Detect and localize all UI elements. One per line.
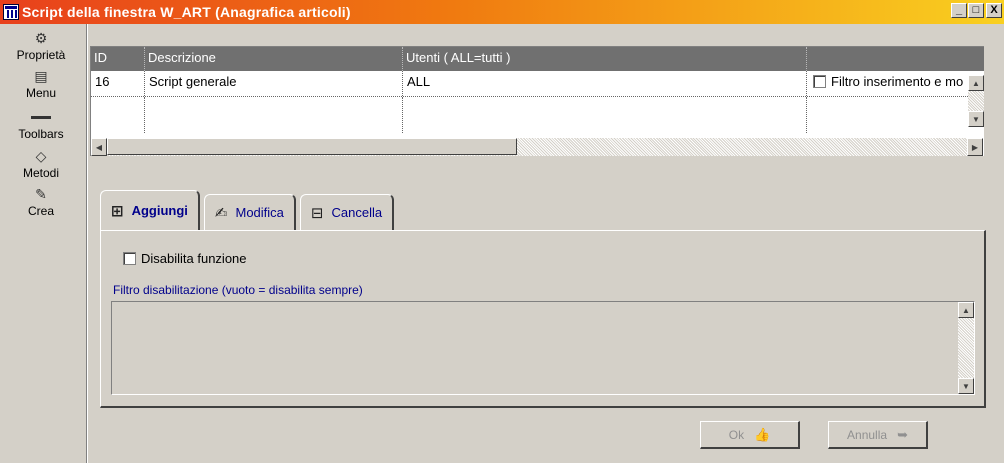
column-header-filter[interactable] [807, 47, 982, 71]
grid-vertical-scrollbar[interactable]: ▲ ▼ [968, 75, 984, 127]
tab-panel: Disabilita funzione Filtro disabilitazio… [100, 230, 986, 408]
tab-add[interactable]: ⊞ Aggiungi [100, 190, 200, 230]
cell-users[interactable] [403, 97, 807, 133]
sidebar-item-properties[interactable]: ⚙ Proprietà [4, 30, 78, 62]
scroll-up-icon[interactable]: ▲ [958, 302, 974, 318]
cell-id[interactable]: 16 [91, 71, 145, 96]
tab-label: Aggiungi [131, 203, 188, 218]
disable-filter-textarea[interactable]: ▲ ▼ [111, 301, 975, 395]
disable-filter-label: Filtro disabilitazione (vuoto = disabili… [113, 283, 363, 297]
sidebar-item-label: Toolbars [18, 127, 64, 141]
filter-insert-label: Filtro inserimento e mo [831, 74, 964, 89]
thumbs-up-icon: 👍 [754, 426, 771, 442]
column-header-users[interactable]: Utenti ( ALL=tutti ) [403, 47, 807, 71]
grid-header: ID Descrizione Utenti ( ALL=tutti ) [91, 47, 984, 71]
window-app-icon [3, 4, 19, 20]
edit-icon: ✍ [214, 204, 228, 222]
delete-icon: ⊟ [310, 204, 324, 222]
sidebar-item-label: Metodi [22, 166, 60, 180]
title-bar[interactable]: Script della finestra W_ART (Anagrafica … [0, 0, 1004, 24]
cell-id[interactable] [91, 97, 145, 133]
tab-label: Modifica [235, 205, 284, 220]
sidebar-item-menu[interactable]: ▤ Menu [4, 68, 78, 100]
close-button[interactable]: X [986, 3, 1002, 18]
table-row[interactable] [91, 97, 984, 133]
window-title: Script della finestra W_ART (Anagrafica … [22, 4, 351, 20]
tab-edit[interactable]: ✍ Modifica [203, 194, 296, 230]
column-header-id[interactable]: ID [91, 47, 145, 71]
tab-delete[interactable]: ⊟ Cancella [299, 194, 395, 230]
cancel-button[interactable]: Annulla ➥ [828, 421, 928, 449]
tab-label: Cancella [331, 205, 383, 220]
sidebar-item-label: Proprietà [16, 48, 66, 62]
grid-horizontal-scrollbar[interactable]: ◀ ▶ [91, 138, 983, 156]
cell-description[interactable]: Script generale [145, 71, 403, 96]
sidebar-item-toolbars[interactable]: ▬▬ Toolbars [4, 109, 78, 141]
scripts-grid[interactable]: ID Descrizione Utenti ( ALL=tutti ) 16 S… [90, 46, 984, 156]
minimize-button[interactable]: _ [951, 3, 967, 18]
disable-function-checkbox[interactable] [123, 252, 136, 265]
ok-label: Ok [728, 427, 745, 442]
sidebar-item-create[interactable]: ✎ Crea [4, 186, 78, 218]
sidebar-item-label: Crea [27, 204, 54, 218]
table-row[interactable]: 16 Script generale ALL Filtro inseriment… [91, 71, 984, 97]
horizontal-scroll-thumb[interactable] [107, 138, 517, 155]
menu-icon: ▤ [34, 68, 48, 84]
create-icon: ✎ [35, 186, 47, 202]
toolbars-icon: ▬▬ [31, 111, 51, 122]
window-controls: _ □ X [950, 3, 1002, 18]
scroll-right-icon[interactable]: ▶ [967, 138, 983, 156]
methods-icon: ◇ [35, 148, 47, 164]
textarea-vertical-scrollbar[interactable]: ▲ ▼ [958, 302, 974, 394]
cancel-label: Annulla [847, 427, 888, 442]
scroll-up-icon[interactable]: ▲ [968, 75, 984, 91]
cell-users[interactable]: ALL [403, 71, 807, 96]
cell-description[interactable] [145, 97, 403, 133]
scroll-down-icon[interactable]: ▼ [968, 111, 984, 127]
scroll-down-icon[interactable]: ▼ [958, 378, 974, 394]
maximize-button[interactable]: □ [968, 3, 984, 18]
disable-function-row[interactable]: Disabilita funzione [123, 251, 247, 266]
cell-filter[interactable]: Filtro inserimento e mo [807, 71, 982, 96]
sidebar-item-methods[interactable]: ◇ Metodi [4, 148, 78, 180]
cell-filter[interactable] [807, 97, 982, 133]
column-header-description[interactable]: Descrizione [145, 47, 403, 71]
ok-button[interactable]: Ok 👍 [700, 421, 800, 449]
sidebar: ⚙ Proprietà ▤ Menu ▬▬ Toolbars ◇ Metodi … [0, 24, 88, 463]
tab-bar: ⊞ Aggiungi ✍ Modifica ⊟ Cancella [100, 190, 398, 230]
sidebar-divider [86, 24, 88, 463]
properties-icon: ⚙ [34, 30, 48, 46]
sidebar-item-label: Menu [25, 86, 57, 100]
filter-insert-checkbox[interactable] [813, 75, 826, 88]
add-icon: ⊞ [111, 202, 124, 220]
undo-arrow-icon: ➥ [897, 426, 908, 442]
disable-function-label: Disabilita funzione [141, 251, 247, 266]
scroll-left-icon[interactable]: ◀ [91, 138, 107, 156]
